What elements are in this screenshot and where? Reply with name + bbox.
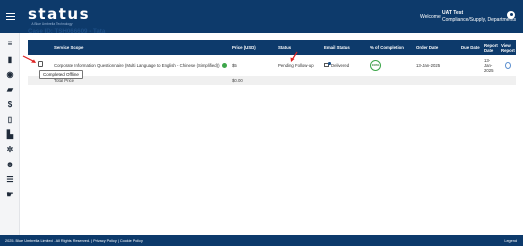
gear-icon: ✲ [6,145,14,154]
mail-icon [324,62,331,67]
table-header: Service Scope Price (USD) Status Email S… [28,40,516,55]
th-view-report: View Report [501,42,515,53]
annotation-arrow-left [22,55,36,63]
table-row: Corporate Information Questionnaire (Mul… [28,55,516,75]
price-cell: $5 [232,62,237,68]
completion-ring: 100% [370,59,381,71]
logo[interactable]: status A Blue Umbrella Technology [28,5,90,26]
sidebar-item-documents[interactable]: ▯ [0,114,20,126]
total-row: Total Price $0.00 [28,76,516,85]
chart-icon: ▙ [6,130,14,139]
logo-tagline: A Blue Umbrella Technology [31,22,73,26]
user-add-icon: ☻ [5,160,15,169]
email-status-cell: Delivered [324,55,349,75]
folder-icon: ▰ [6,85,14,94]
th-report-date: Report Date [484,42,498,53]
user-department: Compliance/Supply, Departments [442,16,517,23]
hamburger-icon [5,13,15,20]
th-price: Price (USD) [232,45,256,50]
sidebar-item-requests[interactable]: ☛ [0,189,20,201]
sidebar-item-users[interactable]: ☻ [0,159,20,171]
eye-icon: ◉ [6,70,14,79]
completion-cell: 100% [370,55,381,75]
legend-link[interactable]: Legend [504,239,517,243]
sidebar-item-files[interactable]: ▰ [0,84,20,96]
logo-wordmark: status [28,5,90,23]
menu-icon: ≡ [7,39,13,48]
sidebar-item-billing[interactable]: $ [0,99,20,111]
view-report-cell [505,55,511,75]
email-status-text: Delivered [331,62,350,68]
order-date-cell: 13-Jan-2025 [416,62,441,68]
completed-check-icon[interactable] [221,62,227,68]
footer-copyright: 2025. Blue Umbrella Limited . All Rights… [5,238,143,243]
document-icon: ▯ [7,115,13,124]
welcome-label: Welcome [420,14,441,20]
th-order-date: Order Date [416,45,439,50]
document-icon[interactable] [38,61,43,67]
footer: 2025. Blue Umbrella Limited . All Rights… [0,235,523,246]
user-account-icon[interactable] [507,11,515,19]
hand-icon: ☛ [6,190,14,199]
th-due-date: Due Date [461,45,480,50]
annotation-arrow-status [290,51,298,62]
completed-offline-tooltip: Completed Offline [39,70,83,79]
sidebar-item-view[interactable]: ◉ [0,69,20,81]
report-date-cell: 13-Jan-2025 [484,57,494,73]
th-service-scope: Service Scope [54,45,84,50]
total-value: $0.00 [232,78,243,83]
sidebar: ≡ ▮ ◉ ▰ $ ▯ ▙ ✲ ☻ ☰ ☛ [0,33,20,235]
sidebar-item-orders[interactable]: ▮ [0,54,20,66]
menu-toggle-button[interactable] [0,0,20,33]
dollar-icon: $ [7,100,13,109]
sidebar-item-list[interactable]: ☰ [0,174,20,186]
sidebar-item-settings[interactable]: ✲ [0,144,20,156]
sidebar-item-reports[interactable]: ▙ [0,129,20,141]
th-completion: % of Completion [370,45,404,50]
th-email-status: Email Status [324,45,350,50]
list-icon: ☰ [6,175,14,184]
service-name: Corporate Information Questionnaire (Mul… [54,62,220,68]
view-report-icon[interactable] [505,61,511,69]
user-info: UAT Test Compliance/Supply, Departments [442,10,516,23]
bag-icon: ▮ [7,55,13,64]
sidebar-item-menu[interactable]: ≡ [0,38,20,50]
case-title: Case ID: TSH066609 - Tata [28,28,106,35]
mail-badge [328,62,331,65]
